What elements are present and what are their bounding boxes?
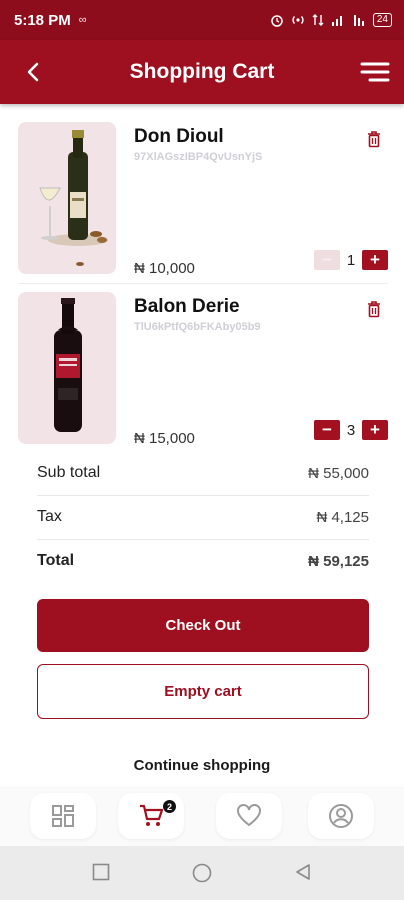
- status-bar: 5:18 PM ∞ 24: [0, 0, 404, 40]
- subtotal-label: Sub total: [37, 464, 101, 481]
- cart-item: Don Dioul 97XlAGszIBP4QvUsnYjS ₦ 10,000 …: [18, 122, 388, 278]
- status-indicator: ∞: [78, 14, 87, 26]
- back-arrow-icon[interactable]: [22, 60, 46, 84]
- grid-icon: [52, 805, 74, 827]
- tax-value: ₦ 4,125: [316, 508, 369, 526]
- decrease-quantity-button[interactable]: −: [314, 420, 340, 440]
- status-time: 5:18 PM: [14, 11, 71, 29]
- tax-label: Tax: [37, 508, 62, 525]
- home-icon[interactable]: [192, 863, 212, 883]
- menu-icon[interactable]: [360, 60, 390, 84]
- product-code: 97XlAGszIBP4QvUsnYjS: [134, 151, 263, 163]
- tax-row: Tax ₦ 4,125: [37, 495, 369, 539]
- quantity-stepper: − 1 +: [314, 250, 388, 270]
- nav-categories[interactable]: [30, 793, 96, 839]
- system-back-icon[interactable]: [294, 863, 312, 881]
- empty-cart-button[interactable]: Empty cart: [37, 664, 369, 719]
- heart-icon: [237, 804, 261, 827]
- cart-badge: 2: [163, 800, 176, 813]
- product-image: [18, 122, 116, 274]
- bottom-nav: 2: [0, 786, 404, 846]
- total-row: Total ₦ 59,125: [37, 539, 369, 583]
- increase-quantity-button[interactable]: +: [362, 420, 388, 440]
- subtotal-value: ₦ 55,000: [308, 464, 369, 482]
- continue-shopping-link[interactable]: Continue shopping: [0, 757, 404, 774]
- status-icons: 24: [270, 13, 392, 27]
- cart-icon: [140, 804, 164, 826]
- trash-icon[interactable]: [366, 130, 382, 148]
- decrease-quantity-button[interactable]: −: [314, 250, 340, 270]
- quantity-value: 3: [346, 421, 356, 439]
- product-price: ₦ 15,000: [134, 430, 195, 447]
- cart-item: Balon Derie TlU6kPtfQ6bFKAby05b9 ₦ 15,00…: [18, 292, 388, 448]
- quantity-stepper: − 3 +: [314, 420, 388, 440]
- total-label: Total: [37, 552, 75, 569]
- alarm-icon: [271, 15, 283, 27]
- total-value: ₦ 59,125: [308, 552, 369, 570]
- subtotal-row: Sub total ₦ 55,000: [37, 451, 369, 495]
- product-name: Don Dioul: [134, 126, 224, 147]
- product-code: TlU6kPtfQ6bFKAby05b9: [134, 321, 261, 333]
- hotspot-icon: [292, 16, 304, 24]
- quantity-value: 1: [346, 251, 356, 269]
- data-icon: [312, 14, 324, 26]
- app-bar: Shopping Cart: [0, 40, 404, 104]
- profile-icon: [329, 804, 353, 828]
- product-price: ₦ 10,000: [134, 260, 195, 277]
- recent-apps-icon[interactable]: [92, 863, 110, 881]
- nav-favorites[interactable]: [216, 793, 282, 839]
- product-image: [18, 292, 116, 444]
- signal-icon: [331, 16, 342, 26]
- increase-quantity-button[interactable]: +: [362, 250, 388, 270]
- white-wine-bottle-image: [39, 130, 108, 266]
- battery-level: 24: [372, 13, 392, 27]
- page-title: Shopping Cart: [129, 60, 275, 83]
- item-divider: [18, 283, 388, 284]
- checkout-button[interactable]: Check Out: [37, 599, 369, 652]
- nav-profile[interactable]: [308, 793, 374, 839]
- trash-icon[interactable]: [366, 300, 382, 318]
- wifi-icon: [353, 15, 364, 26]
- product-name: Balon Derie: [134, 296, 240, 317]
- system-nav-bar: [0, 846, 404, 900]
- red-wine-bottle-image: [54, 298, 82, 432]
- nav-cart[interactable]: 2: [118, 793, 184, 839]
